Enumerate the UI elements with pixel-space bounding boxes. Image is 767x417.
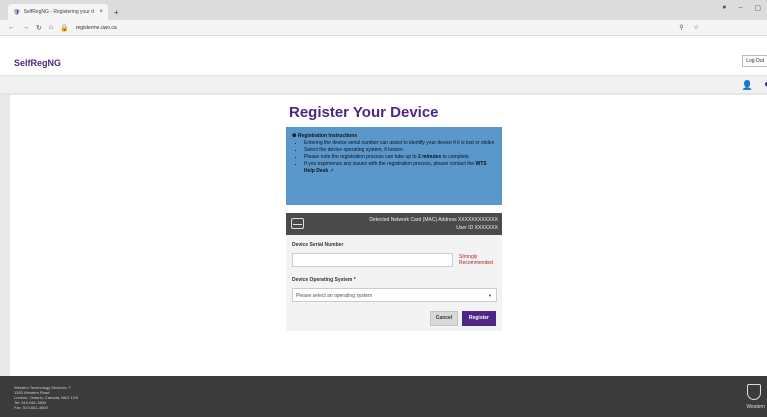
os-label: Device Operating System * bbox=[292, 277, 356, 283]
instructions-panel: ❶ Registration Instructions Entering the… bbox=[286, 127, 502, 205]
sub-navigation: 👤 ● bbox=[0, 76, 767, 94]
shield-favicon-icon: 🛡 bbox=[13, 9, 21, 16]
site-header: SelfRegNG Log Out bbox=[0, 36, 767, 76]
mac-address-line: Detected Network Card (MAC) Address XXXX… bbox=[369, 217, 498, 223]
user-id-line: User ID XXXXXXX bbox=[456, 225, 498, 231]
browser-tab[interactable]: 🛡 SelfRegNG - Registering your d × bbox=[8, 4, 108, 20]
serial-label: Device Serial Number bbox=[292, 242, 344, 248]
instruction-item: If you experience any issues with the re… bbox=[304, 161, 496, 175]
browser-tab-bar: 🛡 SelfRegNG - Registering your d × + ● –… bbox=[0, 0, 767, 20]
register-button[interactable]: Register bbox=[462, 311, 496, 326]
chevron-down-icon: ▼ bbox=[488, 293, 492, 298]
maximize-icon[interactable]: ▢ bbox=[754, 4, 761, 12]
external-link-icon: ↗ bbox=[67, 385, 72, 390]
minimize-icon[interactable]: – bbox=[738, 4, 742, 12]
window-record-icon[interactable]: ● bbox=[722, 4, 726, 12]
browser-toolbar: ← → ↻ ⌂ 🔒 registerme.uwo.ca ⚲ ☆ bbox=[0, 20, 767, 36]
brand-logo[interactable]: SelfRegNG bbox=[14, 58, 61, 68]
info-icon: ❶ bbox=[292, 133, 297, 139]
main-content: Register Your Device ❶ Registration Inst… bbox=[10, 95, 767, 376]
zoom-icon[interactable]: ⚲ bbox=[679, 24, 683, 31]
cancel-button[interactable]: Cancel bbox=[430, 311, 458, 326]
time-emphasis: 2 minutes bbox=[417, 154, 442, 160]
western-crest-icon bbox=[747, 384, 761, 400]
logout-button[interactable]: Log Out bbox=[742, 55, 767, 67]
address-bar[interactable]: registerme.uwo.ca bbox=[76, 25, 672, 31]
instruction-item: Entering the device serial number can as… bbox=[304, 140, 496, 147]
new-tab-button[interactable]: + bbox=[114, 8, 119, 17]
footer-address: Western Technology Services ↗ 1393 Weste… bbox=[14, 385, 78, 410]
strongly-recommended-hint: Strongly Recommended bbox=[459, 254, 493, 266]
reload-icon[interactable]: ↻ bbox=[36, 24, 42, 32]
forward-icon[interactable]: → bbox=[22, 24, 29, 31]
lock-icon: 🔒 bbox=[60, 24, 69, 32]
serial-number-input[interactable] bbox=[292, 253, 453, 267]
instructions-list: Entering the device serial number can as… bbox=[304, 140, 496, 175]
page-title: Register Your Device bbox=[289, 104, 439, 121]
device-info-bar: Detected Network Card (MAC) Address XXXX… bbox=[286, 213, 502, 235]
instruction-item: Select the device operating system, if k… bbox=[304, 147, 496, 154]
footer-logo-text: Western bbox=[746, 404, 765, 410]
tab-close-icon[interactable]: × bbox=[99, 9, 103, 15]
back-icon[interactable]: ← bbox=[8, 24, 15, 31]
bookmark-star-icon[interactable]: ☆ bbox=[694, 24, 699, 31]
os-selected-value: Please select an operating system bbox=[296, 293, 373, 299]
footer-line: Fax: 519-661-3600 bbox=[14, 405, 48, 410]
registration-form: Device Serial Number Strongly Recommende… bbox=[286, 235, 502, 331]
instructions-title: ❶ Registration Instructions bbox=[292, 133, 358, 139]
home-icon[interactable]: ⌂ bbox=[49, 24, 53, 31]
network-card-icon bbox=[291, 218, 304, 229]
instruction-item: Please note the registration process can… bbox=[304, 154, 496, 161]
os-select[interactable]: Please select an operating system ▼ bbox=[292, 288, 497, 302]
tab-title: SelfRegNG - Registering your d bbox=[23, 9, 94, 15]
external-link-icon: ↗ bbox=[329, 168, 334, 174]
window-controls: ● – ▢ bbox=[722, 4, 761, 12]
user-icon[interactable]: 👤 bbox=[742, 80, 753, 91]
site-footer: Western Technology Services ↗ 1393 Weste… bbox=[0, 376, 767, 417]
